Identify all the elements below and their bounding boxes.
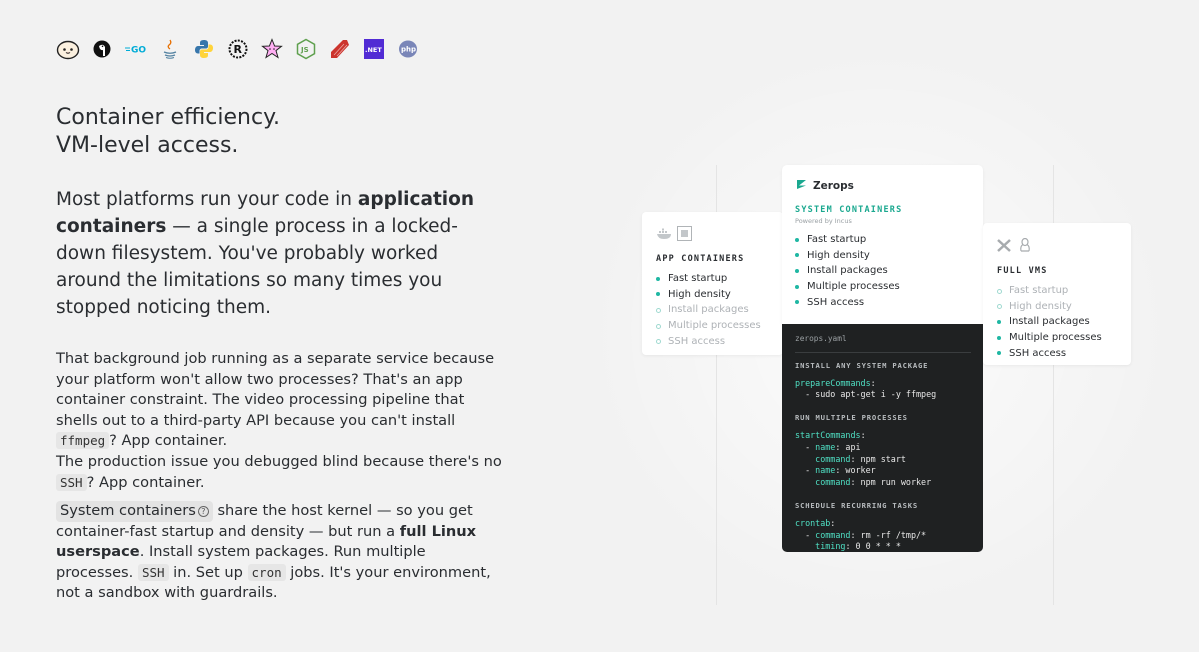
code-line: - command: rm -rf /tmp/* (795, 529, 927, 540)
code-section-title: SCHEDULE RECURRING TASKS (795, 500, 919, 510)
code-key: startCommands (795, 429, 861, 440)
feature-item: Multiple processes (656, 318, 783, 334)
feature-item: High density (795, 248, 983, 264)
code-line: command: npm run worker (815, 477, 932, 488)
feature-item: Install packages (795, 263, 983, 279)
feature-item: Install packages (997, 314, 1131, 330)
language-icons-row: GO R JS .NET php (56, 37, 430, 61)
svg-text:JS: JS (300, 46, 309, 54)
code-key: timing (815, 541, 846, 552)
code-line: startCommands: (795, 429, 866, 440)
zerops-brand: Zerops (795, 178, 983, 194)
feature-item: Install packages (656, 302, 783, 318)
feature-item: Fast startup (795, 232, 983, 248)
java-icon[interactable] (158, 37, 182, 61)
page-title-line-2: VM-level access. (56, 133, 239, 158)
full-vms-card: FULL VMS Fast startup High density Install… (983, 223, 1131, 365)
code-line: crontab: (795, 517, 836, 528)
svg-text:php: php (401, 46, 416, 54)
feature-item: SSH access (656, 334, 783, 350)
system-containers-card: Zerops SYSTEM CONTAINERS Powered by Incu… (782, 165, 983, 325)
brand-name: Zerops (813, 180, 854, 192)
app-card-icons (656, 226, 783, 245)
feature-item: Fast startup (997, 283, 1131, 299)
code-key: command (815, 453, 851, 464)
system-containers-tooltip-trigger[interactable]: System containers? (56, 501, 213, 522)
app-card-title: APP CONTAINERS (656, 254, 745, 264)
zerops-logo-icon (795, 178, 813, 194)
code-key: name (815, 441, 836, 452)
code-line: command: npm start (815, 453, 906, 464)
app-containers-card: APP CONTAINERS Fast startup High density I… (642, 212, 783, 355)
system-container-paragraph: System containers? share the host kernel… (56, 501, 491, 602)
svg-text:R: R (234, 43, 243, 56)
rust-icon[interactable]: R (226, 37, 250, 61)
code-line: timing: 0 0 * * * (815, 541, 901, 552)
lead-paragraph: Most platforms run your code in applicat… (56, 189, 475, 318)
code-body: INSTALL ANY SYSTEM PACKAGE prepareCommand… (795, 360, 971, 553)
inline-code: cron (247, 563, 286, 581)
code-line: prepareCommands: (795, 377, 876, 388)
app-feature-list: Fast startup High density Install packages… (656, 271, 783, 350)
code-section-title: RUN MULTIPLE PROCESSES (795, 413, 908, 423)
code-line: - name: worker (795, 465, 876, 476)
app-container-paragraph: That background job running as a separat… (56, 350, 502, 491)
code-section-title: INSTALL ANY SYSTEM PACKAGE (795, 360, 929, 370)
code-filename: zerops.yaml (795, 333, 971, 353)
page-title: Container efficiency. VM-level access. (56, 104, 516, 160)
code-key: crontab (795, 517, 831, 528)
feature-item: Multiple processes (795, 279, 983, 295)
code-line: - name: api (795, 441, 861, 452)
container-image-icon (677, 226, 692, 245)
feature-item: SSH access (997, 346, 1131, 362)
vm-card-title: FULL VMS (997, 266, 1048, 276)
docker-icon (656, 226, 673, 245)
feature-item: Multiple processes (997, 330, 1131, 346)
go-icon[interactable]: GO (124, 37, 148, 61)
linux-penguin-icon (1019, 237, 1031, 256)
page-title-line-1: Container efficiency. (56, 105, 280, 130)
code-key: command (815, 529, 851, 540)
ruby-icon[interactable] (328, 37, 352, 61)
vm-card-icons (997, 237, 1131, 256)
code-key: command (815, 477, 851, 488)
system-card-title: SYSTEM CONTAINERS (795, 205, 903, 215)
zerops-yaml-code-panel: zerops.yaml INSTALL ANY SYSTEM PACKAGE pr… (782, 324, 983, 552)
inline-code: SSH (56, 473, 87, 491)
python-icon[interactable] (192, 37, 216, 61)
gleam-icon[interactable] (260, 37, 284, 61)
feature-item: High density (997, 299, 1131, 315)
feature-item: High density (656, 287, 783, 303)
powered-by-label: Powered by Incus (795, 217, 852, 225)
php-icon[interactable]: php (396, 37, 420, 61)
svg-text:.NET: .NET (365, 46, 382, 54)
help-icon: ? (197, 506, 209, 517)
xen-icon (997, 237, 1011, 256)
bun-icon[interactable] (56, 37, 80, 61)
system-feature-list: Fast startup High density Install packages… (795, 232, 983, 311)
nodejs-icon[interactable]: JS (294, 37, 318, 61)
code-key: prepareCommands (795, 377, 871, 388)
feature-item: SSH access (795, 295, 983, 311)
deno-icon[interactable] (90, 37, 114, 61)
dotnet-icon[interactable]: .NET (362, 37, 386, 61)
svg-text:GO: GO (131, 46, 146, 56)
inline-code: SSH (137, 563, 169, 581)
code-key: name (815, 465, 836, 476)
code-line: - sudo apt-get i -y ffmpeg (795, 389, 937, 400)
feature-item: Fast startup (656, 271, 783, 287)
vm-feature-list: Fast startup High density Install packages… (997, 283, 1131, 362)
inline-code: ffmpeg (56, 432, 110, 450)
